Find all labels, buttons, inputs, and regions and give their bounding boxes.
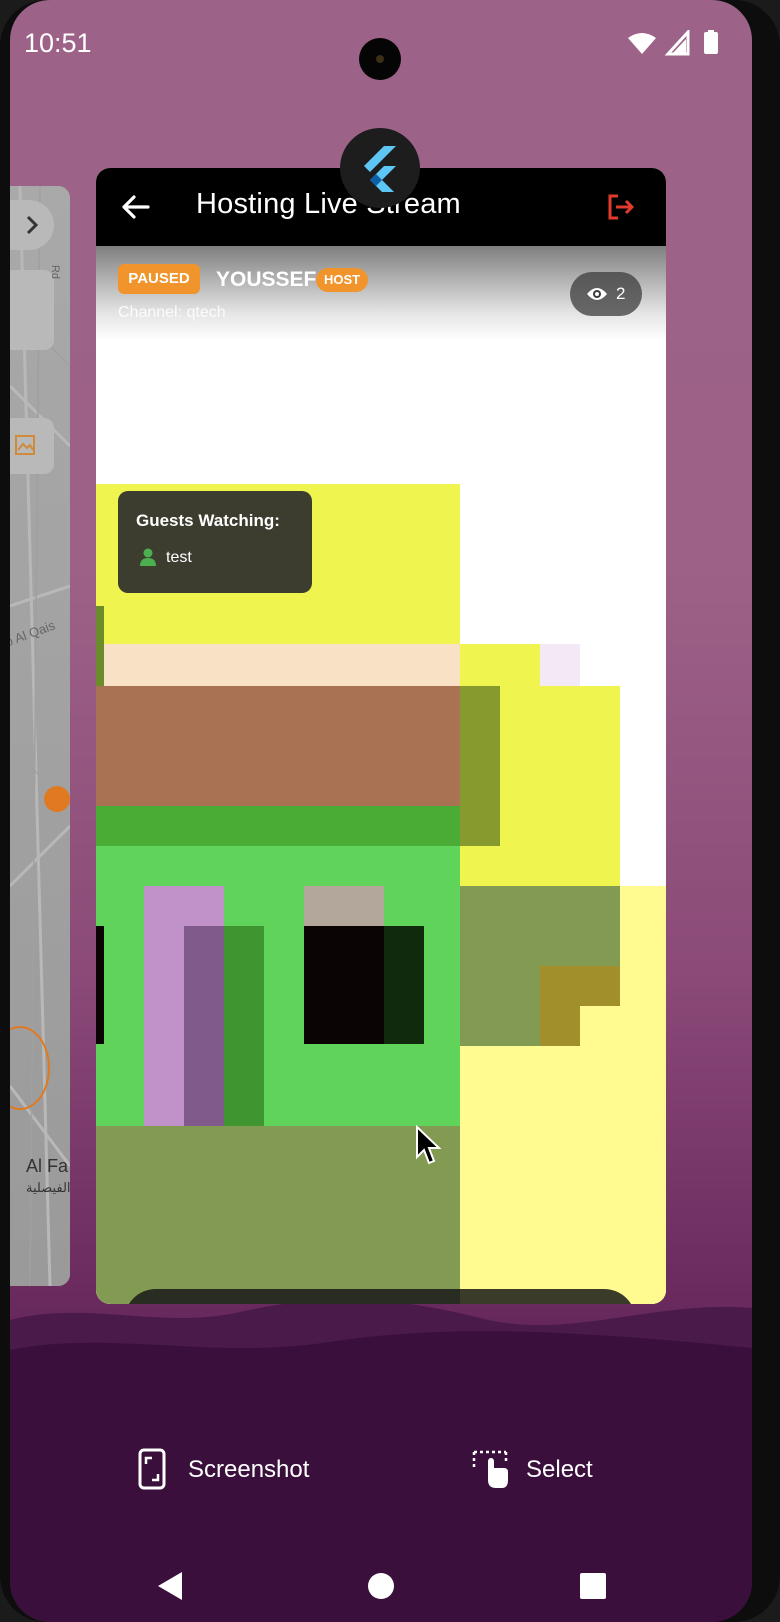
status-icons bbox=[628, 30, 718, 56]
map-road-label: Rd bbox=[49, 264, 62, 280]
frame-block bbox=[96, 1126, 460, 1304]
nav-recents-icon bbox=[580, 1573, 606, 1599]
frame-block bbox=[304, 886, 384, 926]
select-label: Select bbox=[526, 1456, 593, 1483]
map-label-latin: Al Fa bbox=[26, 1156, 69, 1176]
frame-block bbox=[384, 926, 424, 1044]
image-icon bbox=[15, 435, 35, 455]
frame-block bbox=[184, 926, 224, 1126]
frame-block bbox=[460, 644, 540, 686]
flutter-logo-icon bbox=[364, 146, 396, 192]
screenshot-label: Screenshot bbox=[188, 1456, 310, 1483]
nav-home-icon bbox=[368, 1573, 394, 1599]
select-icon bbox=[472, 1450, 508, 1488]
host-badge: HOST bbox=[316, 268, 368, 292]
chevron-right-icon bbox=[26, 215, 39, 235]
frame-block bbox=[96, 606, 104, 686]
frame-block bbox=[500, 728, 620, 888]
recent-app-card-hosting[interactable]: Hosting Live Stream PAUSED YOUSSEF HOST … bbox=[96, 168, 666, 1304]
image-button[interactable] bbox=[10, 418, 54, 474]
status-bar: 10:51 bbox=[10, 0, 752, 86]
eye-icon bbox=[587, 288, 607, 300]
person-icon bbox=[140, 548, 156, 566]
frame-block bbox=[540, 966, 620, 1008]
host-username: YOUSSEF bbox=[216, 268, 317, 291]
guest-name: test bbox=[166, 549, 192, 566]
map-roads bbox=[10, 186, 70, 1286]
navigation-bar bbox=[158, 1572, 606, 1600]
back-arrow-icon[interactable] bbox=[118, 190, 152, 224]
screenshot-icon bbox=[138, 1448, 166, 1490]
screen: 10:51 Al Fa الفيصلية o Al Qais Rd Hostin… bbox=[10, 0, 752, 1622]
frame-block bbox=[96, 806, 460, 848]
channel-label: Channel: qtech bbox=[118, 304, 226, 321]
device-frame: 10:51 Al Fa الفيصلية o Al Qais Rd Hostin… bbox=[0, 0, 780, 1622]
frame-block bbox=[96, 644, 460, 686]
paused-badge: PAUSED bbox=[118, 264, 200, 294]
status-time: 10:51 bbox=[24, 28, 92, 58]
flutter-app-icon[interactable] bbox=[340, 128, 420, 208]
page-title: Hosting Live Stream bbox=[196, 188, 461, 220]
guests-watching-panel: Guests Watching: test bbox=[118, 491, 312, 593]
frame-block bbox=[460, 686, 500, 846]
screenshot-button[interactable]: Screenshot bbox=[138, 1440, 338, 1500]
frame-block bbox=[540, 1006, 580, 1046]
map-control[interactable] bbox=[10, 270, 54, 350]
exit-stream-icon[interactable] bbox=[604, 190, 638, 224]
nav-back-icon bbox=[158, 1572, 182, 1600]
frame-block bbox=[580, 1006, 620, 1046]
frame-block bbox=[500, 686, 620, 728]
viewer-count-chip: 2 bbox=[570, 272, 642, 316]
select-button[interactable]: Select bbox=[472, 1440, 622, 1500]
frame-block bbox=[460, 846, 500, 888]
front-camera bbox=[359, 38, 401, 80]
stream-controls bbox=[124, 1289, 636, 1304]
frame-block bbox=[96, 686, 460, 808]
guests-title: Guests Watching: bbox=[136, 511, 280, 530]
frame-block bbox=[96, 926, 104, 1044]
battery-icon bbox=[704, 32, 718, 54]
restaurant-pin-icon[interactable] bbox=[44, 786, 70, 812]
frame-block bbox=[460, 1046, 666, 1304]
frame-block bbox=[304, 926, 384, 1044]
map-label-arabic: الفيصلية bbox=[26, 1180, 70, 1195]
mouse-cursor-icon bbox=[416, 1125, 442, 1165]
recents-actions: Screenshot Select bbox=[10, 1440, 752, 1500]
video-preview: PAUSED YOUSSEF HOST Channel: qtech 2 Gue… bbox=[96, 246, 666, 1304]
frame-block bbox=[224, 926, 264, 1126]
wifi-icon bbox=[628, 33, 656, 54]
viewer-count: 2 bbox=[616, 284, 626, 303]
recent-app-card-left[interactable]: Al Fa الفيصلية o Al Qais Rd bbox=[10, 186, 70, 1286]
